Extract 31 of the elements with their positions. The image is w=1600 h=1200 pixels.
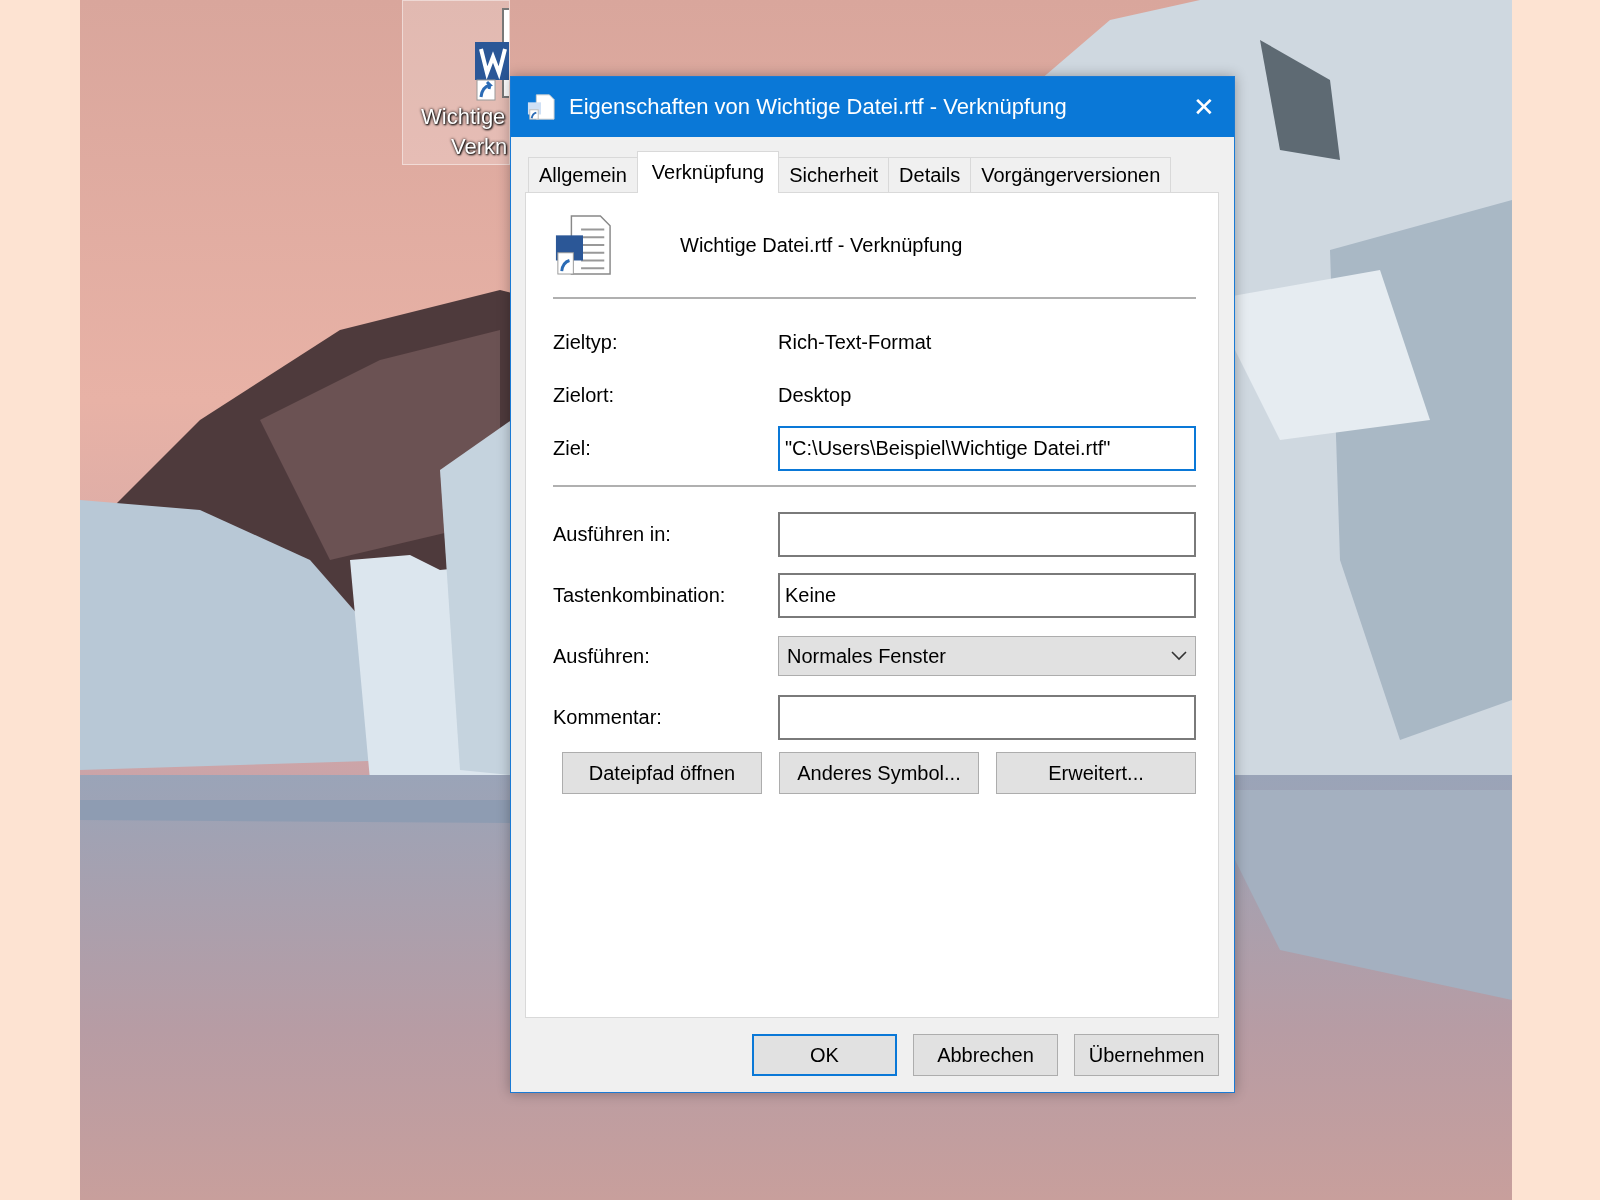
document-shortcut-icon — [554, 213, 612, 277]
field-label: Kommentar: — [553, 705, 663, 729]
action-button[interactable]: Anderes Symbol... — [779, 752, 979, 794]
dialog-button[interactable]: Abbrechen — [913, 1034, 1058, 1076]
document-shortcut-icon — [527, 93, 555, 121]
field-label: Tastenkombination: — [553, 583, 727, 607]
input-field[interactable] — [778, 511, 1196, 557]
field-value: Desktop — [778, 383, 853, 407]
shortcut-label: Verkn — [450, 133, 508, 161]
file-name: Wichtige Datei.rtf - Verknüpfung — [680, 233, 963, 257]
input-field[interactable] — [778, 694, 1196, 740]
tab[interactable]: Vorgängerversionen — [970, 157, 1172, 193]
dialog-button[interactable]: OK — [752, 1034, 897, 1076]
dropdown[interactable]: Normales Fenster — [778, 636, 1196, 676]
field-label: Zieltyp: — [553, 330, 619, 354]
chevron-down-icon — [1171, 651, 1187, 661]
field-label: Zielort: — [553, 383, 616, 407]
field-label: Ausführen: — [553, 644, 651, 668]
dialog-button[interactable]: Übernehmen — [1074, 1034, 1219, 1076]
field-label: Ausführen in: — [553, 522, 672, 546]
field-label: Ziel: — [553, 436, 592, 460]
input-field[interactable]: "C:\Users\Beispiel\Wichtige Datei.rtf" — [778, 425, 1196, 471]
close-button[interactable]: ✕ — [1174, 77, 1234, 137]
action-button[interactable]: Dateipfad öffnen — [562, 752, 762, 794]
window-title: Eigenschaften von Wichtige Datei.rtf - Verknüpfung — [569, 94, 1068, 120]
field-value: Rich-Text-Format — [778, 330, 933, 354]
action-button[interactable]: Erweitert... — [996, 752, 1196, 794]
input-field[interactable]: Keine — [778, 572, 1196, 618]
shortcut-label: Wichtige — [421, 103, 506, 131]
tab[interactable]: Verknüpfung — [636, 151, 780, 193]
tab[interactable]: Allgemein — [528, 157, 638, 193]
